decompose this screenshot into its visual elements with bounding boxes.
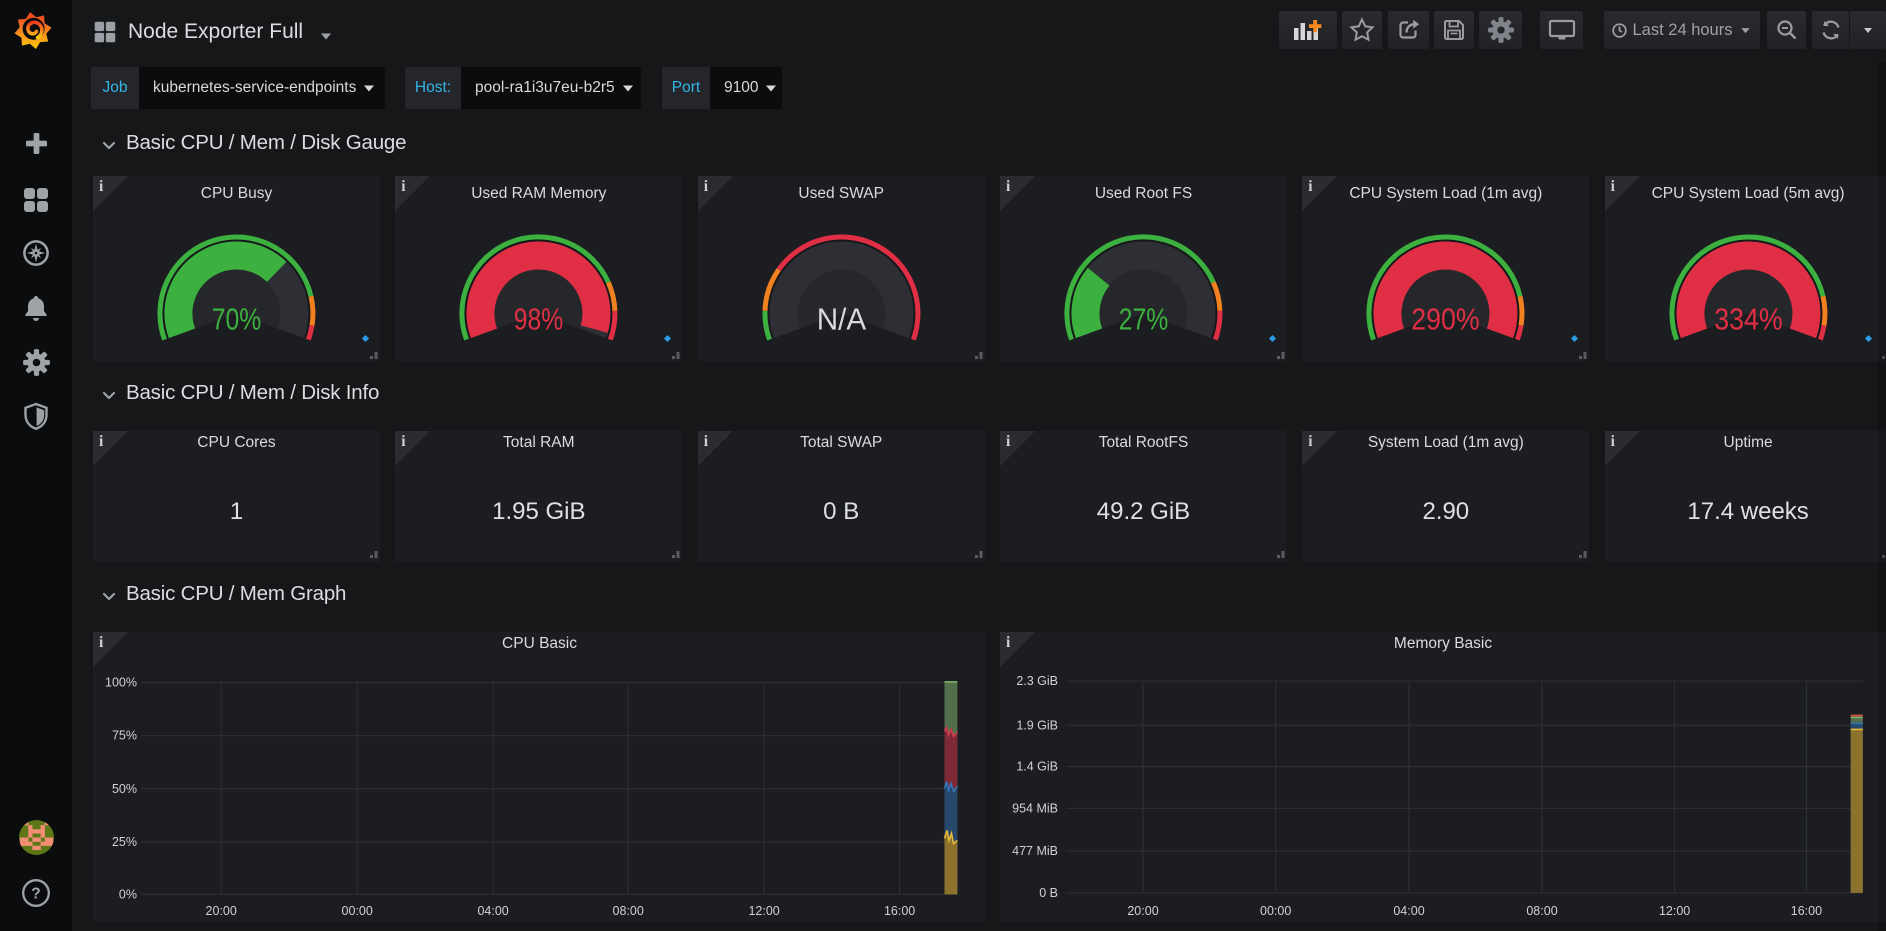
- svg-text:00:00: 00:00: [1260, 904, 1291, 918]
- svg-text:16:00: 16:00: [884, 904, 915, 918]
- svg-text:04:00: 04:00: [477, 904, 508, 918]
- svg-text:98%: 98%: [514, 301, 564, 336]
- svg-text:08:00: 08:00: [1526, 904, 1557, 918]
- svg-text:04:00: 04:00: [1393, 904, 1424, 918]
- svg-text:20:00: 20:00: [206, 904, 237, 918]
- svg-text:N/A: N/A: [816, 301, 866, 336]
- svg-text:1.4 GiB: 1.4 GiB: [1016, 759, 1058, 773]
- svg-text:477 MiB: 477 MiB: [1012, 844, 1058, 858]
- svg-text:27%: 27%: [1119, 301, 1169, 336]
- svg-text:100%: 100%: [105, 675, 137, 689]
- svg-text:08:00: 08:00: [613, 904, 644, 918]
- svg-text:0 B: 0 B: [1039, 885, 1058, 899]
- svg-text:50%: 50%: [112, 781, 137, 795]
- svg-text:25%: 25%: [112, 835, 137, 849]
- svg-text:16:00: 16:00: [1791, 904, 1822, 918]
- svg-text:1.9 GiB: 1.9 GiB: [1016, 718, 1058, 732]
- svg-text:70%: 70%: [212, 301, 262, 336]
- svg-text:290%: 290%: [1411, 301, 1480, 336]
- svg-text:12:00: 12:00: [748, 904, 779, 918]
- svg-text:?: ?: [31, 886, 40, 903]
- svg-text:954 MiB: 954 MiB: [1012, 801, 1058, 815]
- svg-text:334%: 334%: [1714, 301, 1783, 336]
- svg-text:0%: 0%: [119, 887, 137, 901]
- svg-text:75%: 75%: [112, 728, 137, 742]
- svg-text:00:00: 00:00: [342, 904, 373, 918]
- svg-text:2.3 GiB: 2.3 GiB: [1016, 674, 1058, 688]
- svg-text:12:00: 12:00: [1659, 904, 1690, 918]
- svg-text:20:00: 20:00: [1127, 904, 1158, 918]
